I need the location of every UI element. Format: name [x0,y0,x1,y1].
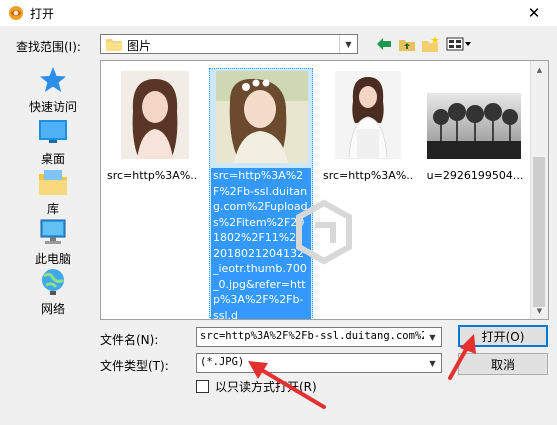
readonly-checkbox-row[interactable]: 以只读方式打开(R) [196,378,317,395]
place-network[interactable]: 网络 [14,266,92,317]
folder-icon [106,39,122,51]
new-folder-icon [422,36,439,52]
app-icon [9,6,23,20]
filetype-value: (*.JPG) [200,356,245,368]
filetype-label: 文件类型(T): [100,359,169,373]
look-in-dropdown[interactable]: 图片 ▼ [100,34,358,54]
network-icon [42,269,64,295]
place-label: 网络 [40,302,65,316]
photo-thumbnail [121,71,189,159]
places-bar: 快速访问 桌面 库 此电脑 网络 [14,60,92,320]
file-item[interactable]: src=http%3A%... [317,61,417,191]
chevron-down-icon[interactable]: ▼ [339,35,357,53]
desktop-icon [39,120,67,143]
readonly-label: 以只读方式打开(R) [215,380,317,394]
watermark-logo [296,199,352,265]
up-folder-button[interactable] [396,34,418,54]
file-item[interactable]: u=2926199504... [421,61,531,191]
scrollbar-thumb[interactable] [533,157,545,307]
cancel-button[interactable]: 取消 [458,353,548,375]
open-button[interactable]: 打开(O) [458,325,548,347]
filename-label: 文件名(N): [100,333,159,347]
close-icon[interactable]: ✕ [511,0,557,26]
chevron-down-icon[interactable]: ▼ [424,354,441,372]
photo-thumbnail [335,71,401,159]
file-list[interactable]: src=http%3A%... src=http%3A%2F%2Fb-ssl.d… [100,60,549,320]
photo-thumbnail [427,93,521,159]
title-bar: 打开 ✕ [0,0,557,26]
place-label: 桌面 [40,152,65,166]
view-menu-button[interactable] [444,34,474,54]
filetype-dropdown[interactable]: (*.JPG) ▼ [196,353,442,373]
back-button[interactable] [373,34,395,54]
up-folder-icon [399,40,415,51]
place-label: 快速访问 [28,100,77,114]
place-desktop[interactable]: 桌面 [14,116,92,167]
view-menu-icon [446,37,471,51]
file-name: src=http%3A%... [323,169,413,182]
look-in-label: 查找范围(I): [16,40,81,54]
place-quick-access[interactable]: 快速访问 [14,64,92,115]
scroll-up-icon[interactable]: ▲ [531,61,548,78]
filename-value: src=http%3A%2F%2Fb-ssl.duitang.com%2Fupl… [200,330,441,342]
chevron-down-icon[interactable]: ▼ [424,328,441,346]
place-libraries[interactable]: 库 [14,166,92,217]
file-name: src=http%3A%... [107,169,197,182]
place-label: 此电脑 [34,252,71,266]
photo-thumbnail [216,71,308,163]
computer-icon [40,219,66,244]
readonly-checkbox[interactable] [196,380,209,393]
look-in-value: 图片 [127,39,152,53]
file-name: u=2926199504... [426,169,524,182]
library-icon [39,170,67,195]
scroll-down-icon[interactable]: ▼ [531,302,548,319]
window-title: 打开 [30,7,55,21]
place-this-pc[interactable]: 此电脑 [14,216,92,267]
filename-input[interactable]: src=http%3A%2F%2Fb-ssl.duitang.com%2Fupl… [196,327,442,347]
vertical-scrollbar[interactable]: ▲ ▼ [530,61,548,319]
new-folder-button[interactable] [420,34,442,54]
back-arrow-icon [377,38,391,50]
file-item[interactable]: src=http%3A%... [101,61,201,191]
place-label: 库 [46,202,59,216]
star-icon [40,67,66,92]
